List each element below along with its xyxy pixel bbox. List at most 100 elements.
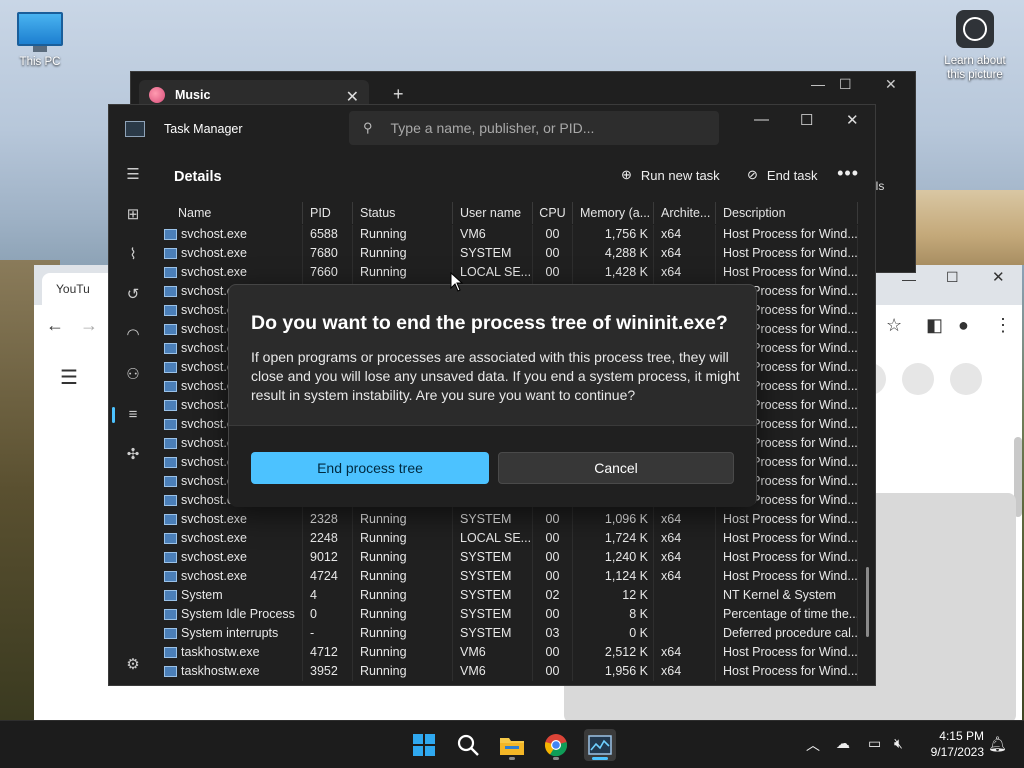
table-row[interactable]: System Idle Process 0 Running SYSTEM 00 8 K Pe… [161, 605, 858, 624]
kebab-menu-icon[interactable]: ⋮ [994, 315, 1012, 336]
end-task-button[interactable]: ⊘ End task [747, 167, 818, 183]
clock-date: 9/17/2023 [930, 745, 984, 759]
process-name: taskhostw.exe [181, 645, 260, 659]
star-icon[interactable]: ☆ [886, 315, 902, 336]
maximize-icon[interactable]: ☐ [946, 269, 959, 286]
col-cpu-header[interactable]: CPU [533, 202, 573, 224]
search-icon [457, 734, 479, 756]
process-name: svchost.e [181, 379, 234, 393]
file-explorer-button[interactable] [496, 729, 528, 761]
table-row[interactable]: svchost.exe 2248 Running LOCAL SE... 00 1,724… [161, 529, 858, 548]
process-icon [164, 514, 177, 525]
sidepanel-icon[interactable]: ◧ [926, 315, 943, 336]
chrome-button[interactable] [540, 729, 572, 761]
col-cpu-cell: 00 [533, 548, 573, 567]
run-new-task-button[interactable]: ⊕ Run new task [621, 167, 720, 183]
process-icon [164, 324, 177, 335]
col-name-cell: System interrupts [161, 624, 303, 643]
startup-apps-icon[interactable]: ◠ [123, 325, 143, 345]
start-button[interactable] [408, 729, 440, 761]
col-architecture-header[interactable]: Archite... [654, 202, 716, 224]
clock[interactable]: 4:15 PM 9/17/2023 [931, 728, 984, 760]
hamburger-icon[interactable]: ☰ [123, 165, 143, 185]
col-description-header[interactable]: Description [716, 202, 858, 224]
new-tab-icon[interactable]: + [393, 84, 404, 105]
this-pc-icon[interactable]: This PC [12, 10, 68, 68]
minimize-icon[interactable]: — [754, 111, 769, 128]
col-pid-header[interactable]: PID [303, 202, 353, 224]
hamburger-icon[interactable]: ☰ [60, 365, 78, 390]
back-arrow-icon[interactable]: ← [46, 315, 64, 336]
users-icon[interactable]: ⚇ [123, 365, 143, 385]
onedrive-cloud-icon[interactable]: ☁ [836, 735, 850, 752]
details-icon[interactable]: ≡ [123, 405, 143, 425]
minimize-icon[interactable]: — [811, 76, 825, 92]
task-manager-taskbar-button[interactable] [584, 729, 616, 761]
close-icon[interactable]: ✕ [885, 76, 897, 93]
col-architecture-cell: x64 [654, 263, 716, 282]
close-icon[interactable]: ✕ [992, 268, 1005, 286]
scrollbar[interactable] [866, 567, 869, 637]
col-name-header[interactable]: Name [161, 202, 303, 224]
table-row[interactable]: System 4 Running SYSTEM 02 12 K NT Kernel & Sy… [161, 586, 858, 605]
table-row[interactable]: svchost.exe 6588 Running VM6 00 1,756 Kx64 Hos… [161, 225, 858, 244]
table-row[interactable]: svchost.exe 7660 Running LOCAL SE... 00 1,428… [161, 263, 858, 282]
table-row[interactable]: svchost.exe 4724 Running SYSTEM 00 1,124 Kx64… [161, 567, 858, 586]
col-status-header[interactable]: Status [353, 202, 453, 224]
table-row[interactable]: svchost.exe 9012 Running SYSTEM 00 1,240 Kx64… [161, 548, 858, 567]
col-cpu-cell: 00 [533, 244, 573, 263]
col-pid-cell: 2248 [303, 529, 353, 548]
app-history-icon[interactable]: ↺ [123, 285, 143, 305]
process-name: svchost.e [181, 284, 234, 298]
network-icon[interactable]: ▭ [868, 735, 881, 752]
col-user-name-header[interactable]: User name [453, 202, 533, 224]
col-architecture-cell [654, 586, 716, 605]
col-memory-header[interactable]: Memory (a... [573, 202, 654, 224]
table-row[interactable]: System interrupts - Running SYSTEM 03 0 K Defe… [161, 624, 858, 643]
more-options-icon[interactable]: ••• [837, 163, 859, 184]
maximize-icon[interactable]: ☐ [800, 111, 813, 129]
processes-icon[interactable]: ⊞ [123, 205, 143, 225]
col-cpu-cell: 00 [533, 605, 573, 624]
close-icon[interactable]: ✕ [846, 111, 859, 129]
process-name: System Idle Process [181, 607, 295, 621]
services-icon[interactable]: ✣ [123, 445, 143, 465]
process-icon [164, 381, 177, 392]
notification-bell-icon[interactable]: 🔔︎ [988, 735, 1007, 753]
col-status-cell: Running [353, 548, 453, 567]
search-input[interactable]: ⚲ Type a name, publisher, or PID... [349, 111, 719, 145]
cancel-button[interactable]: Cancel [498, 452, 734, 484]
col-description-cell: Host Process for Wind... [716, 567, 858, 586]
chevron-up-icon[interactable]: ︿ [806, 735, 820, 755]
col-architecture-cell: x64 [654, 662, 716, 681]
col-user-name-cell: SYSTEM [453, 567, 533, 586]
col-memory-cell: 1,428 K [573, 263, 654, 282]
table-row[interactable]: svchost.exe 2328 Running SYSTEM 00 1,096 Kx64… [161, 510, 858, 529]
forward-arrow-icon[interactable]: → [80, 315, 98, 336]
col-memory-cell: 1,756 K [573, 225, 654, 244]
profile-icon[interactable]: ● [958, 315, 969, 336]
confirm-dialog: Do you want to end the process tree of w… [228, 284, 757, 507]
learn-about-picture-icon[interactable]: Learn about this picture [938, 10, 1012, 82]
end-process-tree-button[interactable]: End process tree [251, 452, 489, 484]
table-row[interactable]: taskhostw.exe 4712 Running VM6 00 2,512 Kx64 H… [161, 643, 858, 662]
process-icon [164, 495, 177, 506]
col-description-cell: Host Process for Wind... [716, 662, 858, 681]
col-memory-cell: 1,956 K [573, 662, 654, 681]
col-description-cell: Host Process for Wind... [716, 510, 858, 529]
settings-gear-icon[interactable]: ⚙ [123, 655, 143, 675]
minimize-icon[interactable]: — [902, 271, 916, 287]
volume-muted-icon[interactable]: 🔇︎ [894, 735, 903, 752]
col-cpu-cell: 02 [533, 586, 573, 605]
performance-icon[interactable]: ⌇ [123, 245, 143, 265]
table-row[interactable]: svchost.exe 7680 Running SYSTEM 00 4,288 Kx64… [161, 244, 858, 263]
col-name-cell: svchost.exe [161, 225, 303, 244]
col-description-cell: Host Process for Wind... [716, 548, 858, 567]
process-icon [164, 666, 177, 677]
placeholder-circle [950, 363, 982, 395]
maximize-icon[interactable]: ☐ [839, 76, 852, 93]
process-name: svchost.e [181, 341, 234, 355]
table-row[interactable]: taskhostw.exe 3952 Running VM6 00 1,956 Kx64 H… [161, 662, 858, 681]
search-button[interactable] [452, 729, 484, 761]
col-cpu-cell: 00 [533, 225, 573, 244]
